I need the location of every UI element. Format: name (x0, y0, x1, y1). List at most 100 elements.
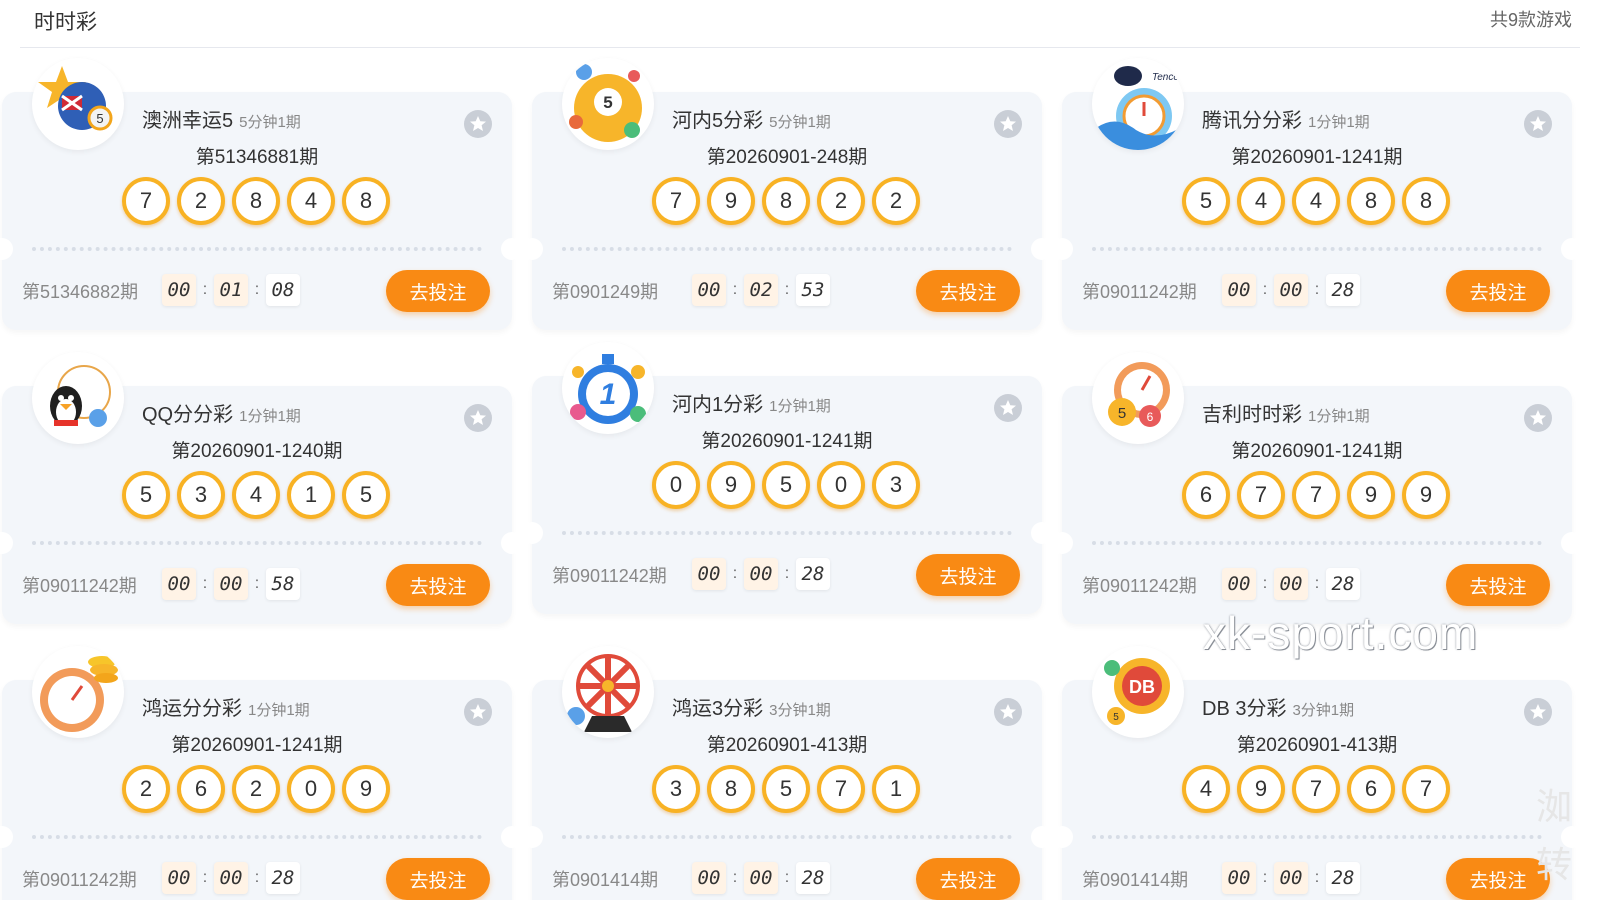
game-count: 共9款游戏 (1489, 10, 1572, 30)
card-divider (562, 531, 1012, 535)
card-notch-left (0, 532, 13, 554)
card-notch-left (1051, 532, 1073, 554)
next-issue: 第09011242期 (1082, 282, 1197, 302)
card-notch-left (521, 238, 543, 260)
game-card[interactable]: 鸿运分分彩 1分钟1期 第20260901-1241期 2 6 2 0 9 第09011242期… (0, 646, 523, 900)
card-notch-left (0, 826, 13, 848)
result-ball: 2 (232, 765, 280, 813)
favorite-star-icon[interactable] (464, 698, 492, 726)
current-issue: 第20260901-1241期 (701, 431, 873, 452)
db-ball-icon: DB 5 (1092, 646, 1184, 738)
favorite-star-icon[interactable] (994, 698, 1022, 726)
game-name[interactable]: 河内5分彩 5分钟1期 (672, 104, 831, 133)
card-divider (1092, 247, 1542, 251)
card-divider (1092, 835, 1542, 839)
favorite-star-icon[interactable] (1524, 110, 1552, 138)
bet-button[interactable]: 去投注 (1446, 564, 1550, 606)
game-name[interactable]: 澳洲幸运5 5分钟1期 (142, 104, 301, 133)
result-ball: 7 (1292, 765, 1340, 813)
timer-digits: 02 (744, 274, 778, 306)
game-card[interactable]: 5 澳洲幸运5 5分钟1期 第51346881期 7 2 8 4 8 第51346882期 00:0… (0, 58, 523, 330)
bet-button[interactable]: 去投注 (916, 554, 1020, 596)
next-issue: 第51346882期 (22, 282, 139, 302)
card-notch-left (521, 826, 543, 848)
bet-button[interactable]: 去投注 (916, 858, 1020, 900)
timer-digits: 28 (1326, 274, 1360, 306)
result-ball: 6 (177, 765, 225, 813)
countdown-timer: 00:00:28 (1222, 568, 1360, 600)
game-name[interactable]: 腾讯分分彩 1分钟1期 (1202, 104, 1370, 133)
current-issue: 第20260901-1240期 (171, 441, 343, 462)
current-issue: 第20260901-248期 (706, 147, 868, 168)
favorite-star-icon[interactable] (1524, 404, 1552, 432)
bet-button[interactable]: 去投注 (386, 564, 490, 606)
favorite-star-icon[interactable] (464, 404, 492, 432)
result-ball: 7 (652, 177, 700, 225)
game-name[interactable]: 吉利时时彩 1分钟1期 (1202, 398, 1370, 427)
game-card[interactable]: 1 河内1分彩 1分钟1期 第20260901-1241期 0 9 5 0 3 第09011242… (521, 342, 1053, 614)
qq-penguin-icon (32, 352, 124, 444)
card-notch-right (501, 532, 523, 554)
draw-result-balls: 38571 (652, 765, 920, 813)
favorite-star-icon[interactable] (464, 110, 492, 138)
svg-text:5: 5 (1118, 405, 1126, 422)
timer-digits: 28 (1326, 862, 1360, 894)
game-name[interactable]: 河内1分彩 1分钟1期 (672, 388, 831, 417)
draw-frequency: 1分钟1期 (1308, 114, 1370, 131)
favorite-star-icon[interactable] (1524, 698, 1552, 726)
timer-separator: : (202, 575, 208, 592)
bet-button[interactable]: 去投注 (1446, 858, 1550, 900)
next-issue: 第09011242期 (552, 566, 667, 586)
timer-digits: 00 (1274, 862, 1308, 894)
card-divider (32, 247, 482, 251)
card-notch-left (521, 522, 543, 544)
game-name[interactable]: 鸿运分分彩 1分钟1期 (142, 692, 310, 721)
bet-button[interactable]: 去投注 (916, 270, 1020, 312)
result-ball: 6 (1347, 765, 1395, 813)
draw-result-balls: 79822 (652, 177, 920, 225)
game-card[interactable]: Tencent 腾讯分分彩 1分钟1期 第20260901-1241期 5 4 4 8 8 第09… (1051, 58, 1583, 330)
game-name[interactable]: DB 3分彩 3分钟1期 (1202, 692, 1354, 721)
favorite-star-icon[interactable] (994, 110, 1022, 138)
current-issue: 第20260901-1241期 (171, 735, 343, 756)
result-ball: 3 (177, 471, 225, 519)
result-ball: 9 (342, 765, 390, 813)
result-ball: 4 (287, 177, 335, 225)
current-issue: 第20260901-413期 (706, 735, 868, 756)
timer-digits: 53 (796, 274, 830, 306)
game-card[interactable]: 5 河内5分彩 5分钟1期 第20260901-248期 7 9 8 2 2 第0901249期 0… (521, 58, 1053, 330)
game-card[interactable]: 鸿运3分彩 3分钟1期 第20260901-413期 3 8 5 7 1 第0901414期 00… (521, 646, 1053, 900)
favorite-star-icon[interactable] (994, 394, 1022, 422)
game-card[interactable]: DB 5 DB 3分彩 3分钟1期 第20260901-413期 4 9 7 6 7 第090141… (1051, 646, 1583, 900)
next-issue: 第09011242期 (22, 576, 137, 596)
next-issue: 第0901249期 (552, 282, 659, 302)
timer-separator: : (784, 869, 790, 886)
section-header: 时时彩 共9款游戏 (20, 0, 1580, 48)
timer-separator: : (1262, 281, 1268, 298)
game-card[interactable]: 5 6 吉利时时彩 1分钟1期 第20260901-1241期 6 7 7 9 9 第0901124… (1051, 352, 1583, 624)
next-issue: 第09011242期 (22, 870, 137, 890)
game-title: 澳洲幸运5 (142, 110, 234, 132)
timer-separator: : (784, 565, 790, 582)
result-ball: 8 (707, 765, 755, 813)
draw-frequency: 1分钟1期 (248, 702, 310, 719)
tencent-penguin-clock-icon: Tencent (1092, 58, 1184, 150)
result-ball: 4 (232, 471, 280, 519)
game-name[interactable]: 鸿运3分彩 3分钟1期 (672, 692, 831, 721)
timer-separator: : (254, 281, 260, 298)
draw-frequency: 1分钟1期 (1308, 408, 1370, 425)
game-card[interactable]: QQ分分彩 1分钟1期 第20260901-1240期 5 3 4 1 5 第09011242期… (0, 352, 523, 624)
timer-separator: : (732, 281, 738, 298)
bet-button[interactable]: 去投注 (386, 270, 490, 312)
card-notch-right (1031, 522, 1053, 544)
card-notch-right (1031, 238, 1053, 260)
result-ball: 9 (707, 461, 755, 509)
bet-button[interactable]: 去投注 (386, 858, 490, 900)
timer-digits: 28 (796, 558, 830, 590)
current-issue: 第20260901-1241期 (1231, 147, 1403, 168)
result-ball: 5 (1182, 177, 1230, 225)
game-name[interactable]: QQ分分彩 1分钟1期 (142, 398, 301, 427)
result-ball: 9 (1237, 765, 1285, 813)
bet-button[interactable]: 去投注 (1446, 270, 1550, 312)
game-title: 鸿运3分彩 (672, 698, 764, 720)
